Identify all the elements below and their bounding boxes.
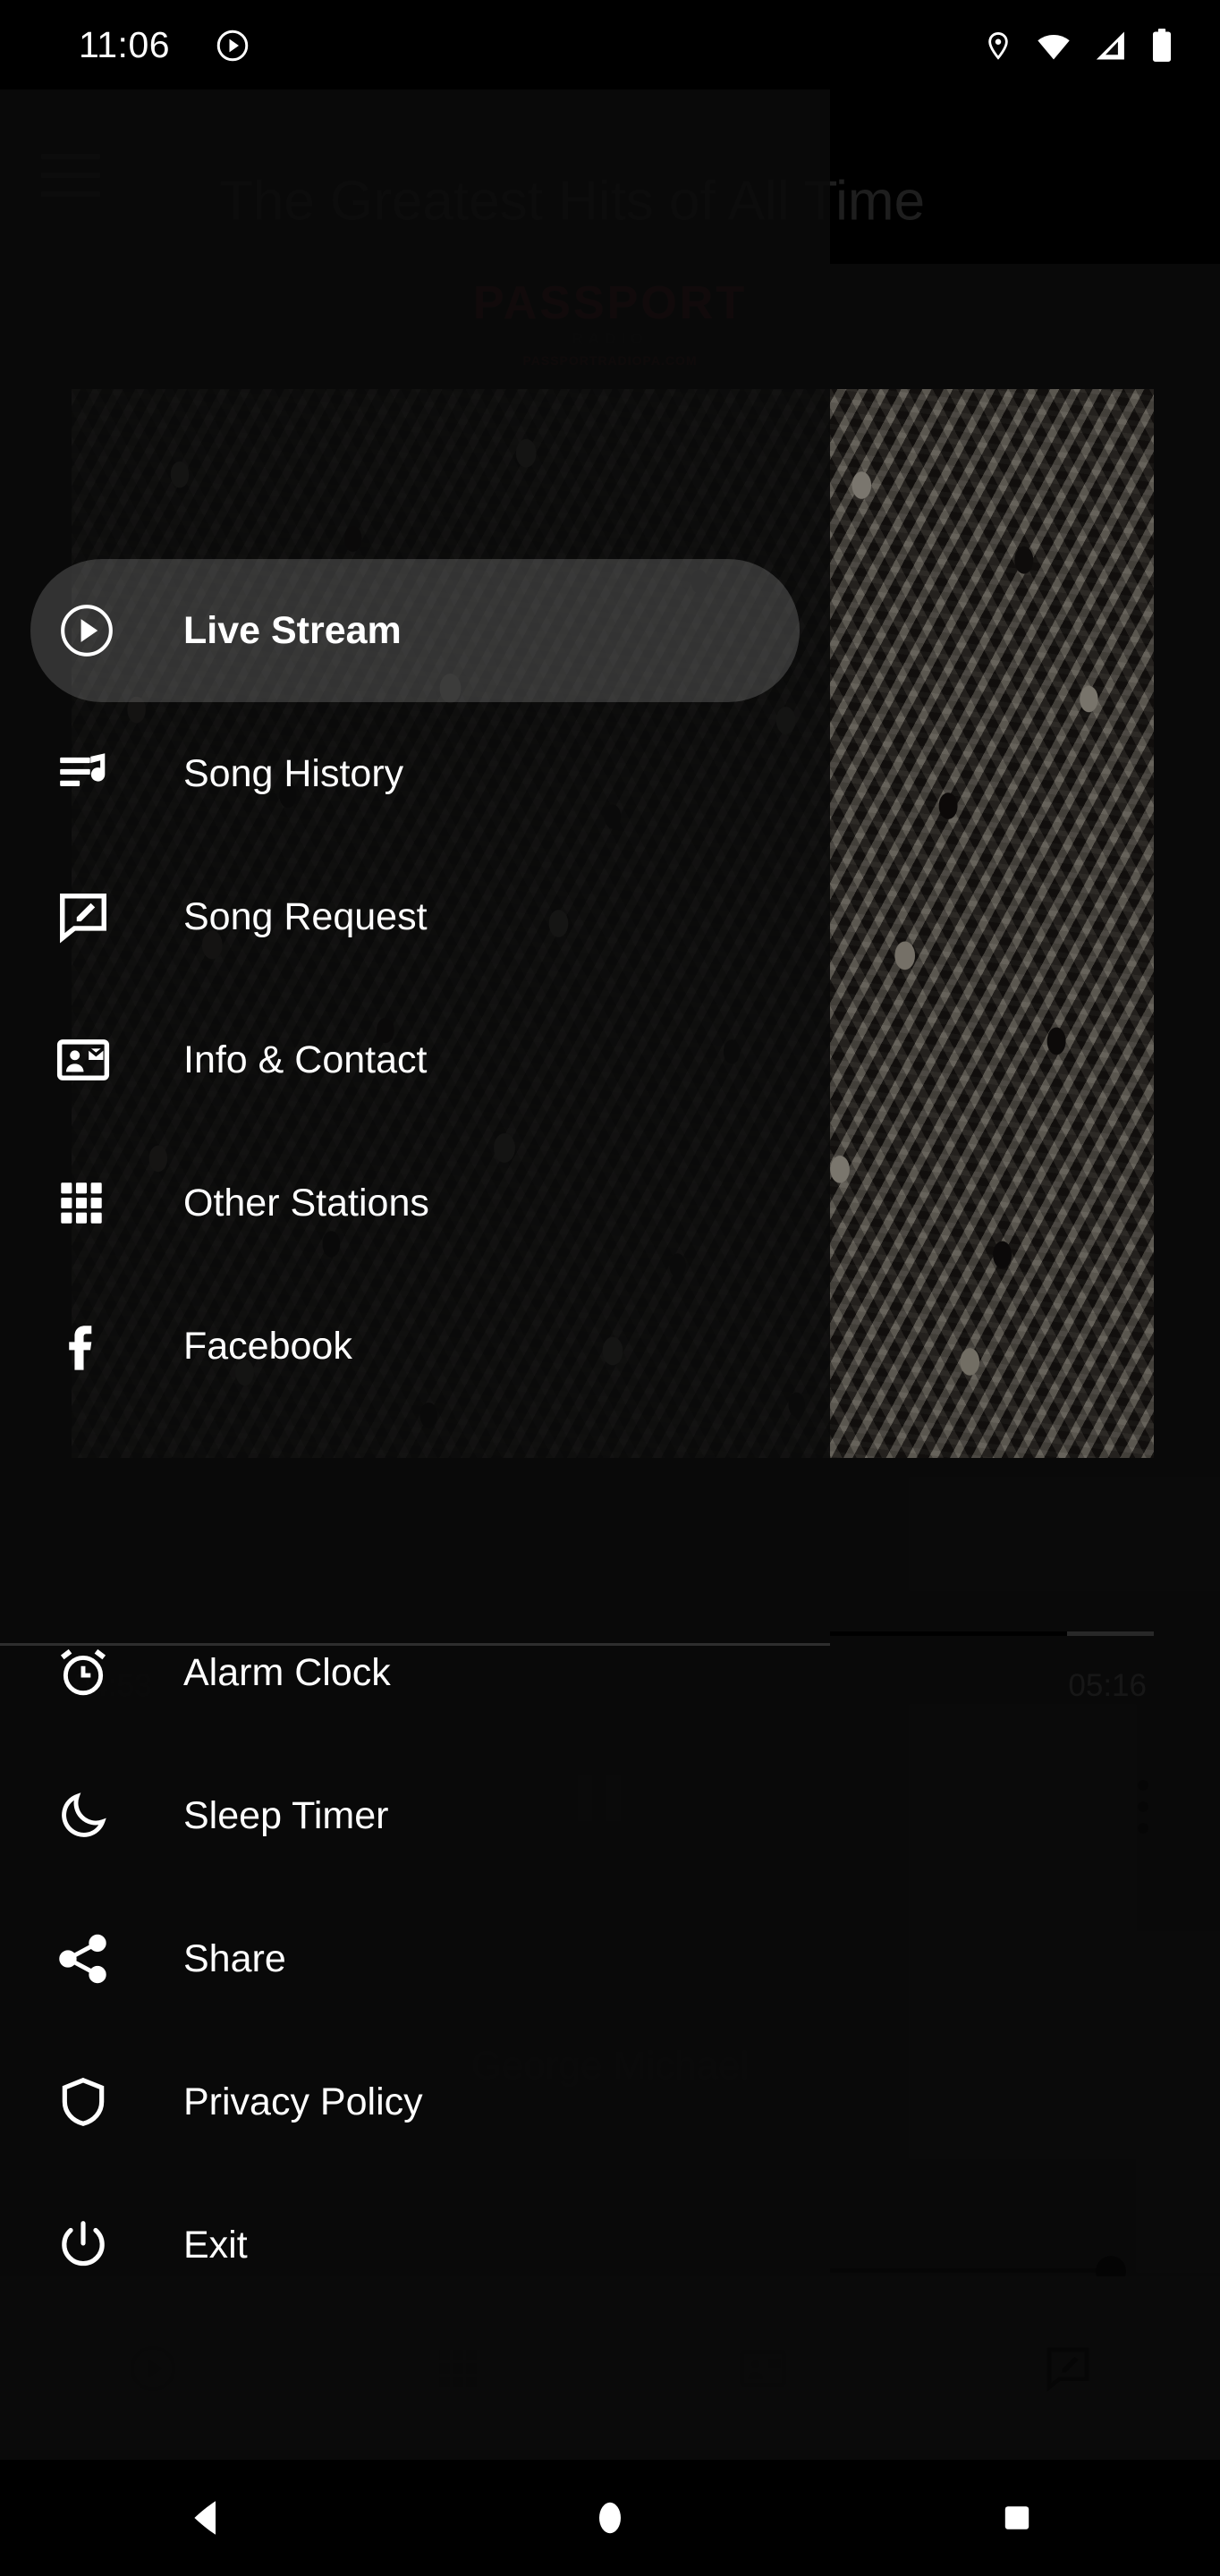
phone-screen: The Greatest Hits of All Time PASSPORT R…	[0, 0, 1220, 2576]
navigation-drawer: Live Stream Song History Song Request In…	[0, 89, 830, 2460]
recents-square-icon	[1002, 2498, 1032, 2538]
drawer-item-sleep-timer[interactable]: Sleep Timer	[0, 1744, 830, 1887]
facebook-icon	[55, 1318, 118, 1374]
drawer-item-facebook[interactable]: Facebook	[0, 1275, 830, 1418]
drawer-item-live-stream[interactable]: Live Stream	[30, 559, 800, 702]
share-icon	[55, 1931, 118, 1987]
drawer-item-share[interactable]: Share	[0, 1887, 830, 2030]
back-triangle-icon	[186, 2498, 220, 2538]
drawer-item-privacy-policy[interactable]: Privacy Policy	[0, 2030, 830, 2174]
play-circle-icon	[55, 599, 118, 662]
drawer-item-label: Other Stations	[183, 1181, 429, 1224]
moon-icon	[55, 1788, 118, 1843]
drawer-item-info-contact[interactable]: Info & Contact	[0, 988, 830, 1131]
nav-back-button[interactable]	[0, 2498, 407, 2538]
drawer-item-label: Alarm Clock	[183, 1650, 391, 1694]
location-icon	[983, 29, 1013, 63]
drawer-item-label: Sleep Timer	[183, 1793, 389, 1837]
contact-mail-icon	[55, 1032, 118, 1088]
status-bar-icons	[983, 29, 1173, 63]
cellular-signal-icon	[1094, 30, 1128, 62]
power-icon	[55, 2217, 118, 2273]
drawer-item-label: Song Request	[183, 894, 428, 938]
drawer-item-label: Share	[183, 1936, 286, 1980]
nav-recents-button[interactable]	[813, 2498, 1220, 2538]
drawer-item-song-request[interactable]: Song Request	[0, 845, 830, 988]
alarm-clock-icon	[55, 1645, 118, 1700]
drawer-item-song-history[interactable]: Song History	[0, 702, 830, 845]
drawer-item-label: Facebook	[183, 1324, 352, 1368]
shield-icon	[55, 2074, 118, 2130]
status-bar-clock: 11:06	[79, 24, 171, 65]
rate-review-icon	[55, 889, 118, 945]
drawer-item-label: Info & Contact	[183, 1038, 428, 1081]
queue-music-icon	[55, 746, 118, 801]
status-bar: 11:06	[0, 0, 1220, 89]
nav-home-button[interactable]	[407, 2498, 814, 2538]
apps-grid-icon	[55, 1177, 118, 1229]
drawer-item-other-stations[interactable]: Other Stations	[0, 1131, 830, 1275]
wifi-icon	[1036, 30, 1072, 62]
drawer-item-label: Song History	[183, 751, 404, 795]
drawer-item-alarm-clock[interactable]: Alarm Clock	[0, 1601, 830, 1744]
system-navigation-bar	[0, 2460, 1220, 2576]
drawer-secondary-section: Alarm Clock Sleep Timer Share Privacy Po…	[0, 1601, 830, 2317]
battery-icon	[1150, 29, 1173, 63]
drawer-primary-section: Live Stream Song History Song Request In…	[0, 559, 830, 1418]
drawer-item-label: Exit	[183, 2223, 248, 2267]
cast-play-icon	[214, 27, 251, 64]
drawer-item-exit[interactable]: Exit	[0, 2174, 830, 2317]
drawer-item-label: Privacy Policy	[183, 2080, 423, 2123]
home-circle-icon	[597, 2498, 623, 2538]
drawer-item-label: Live Stream	[183, 608, 402, 652]
